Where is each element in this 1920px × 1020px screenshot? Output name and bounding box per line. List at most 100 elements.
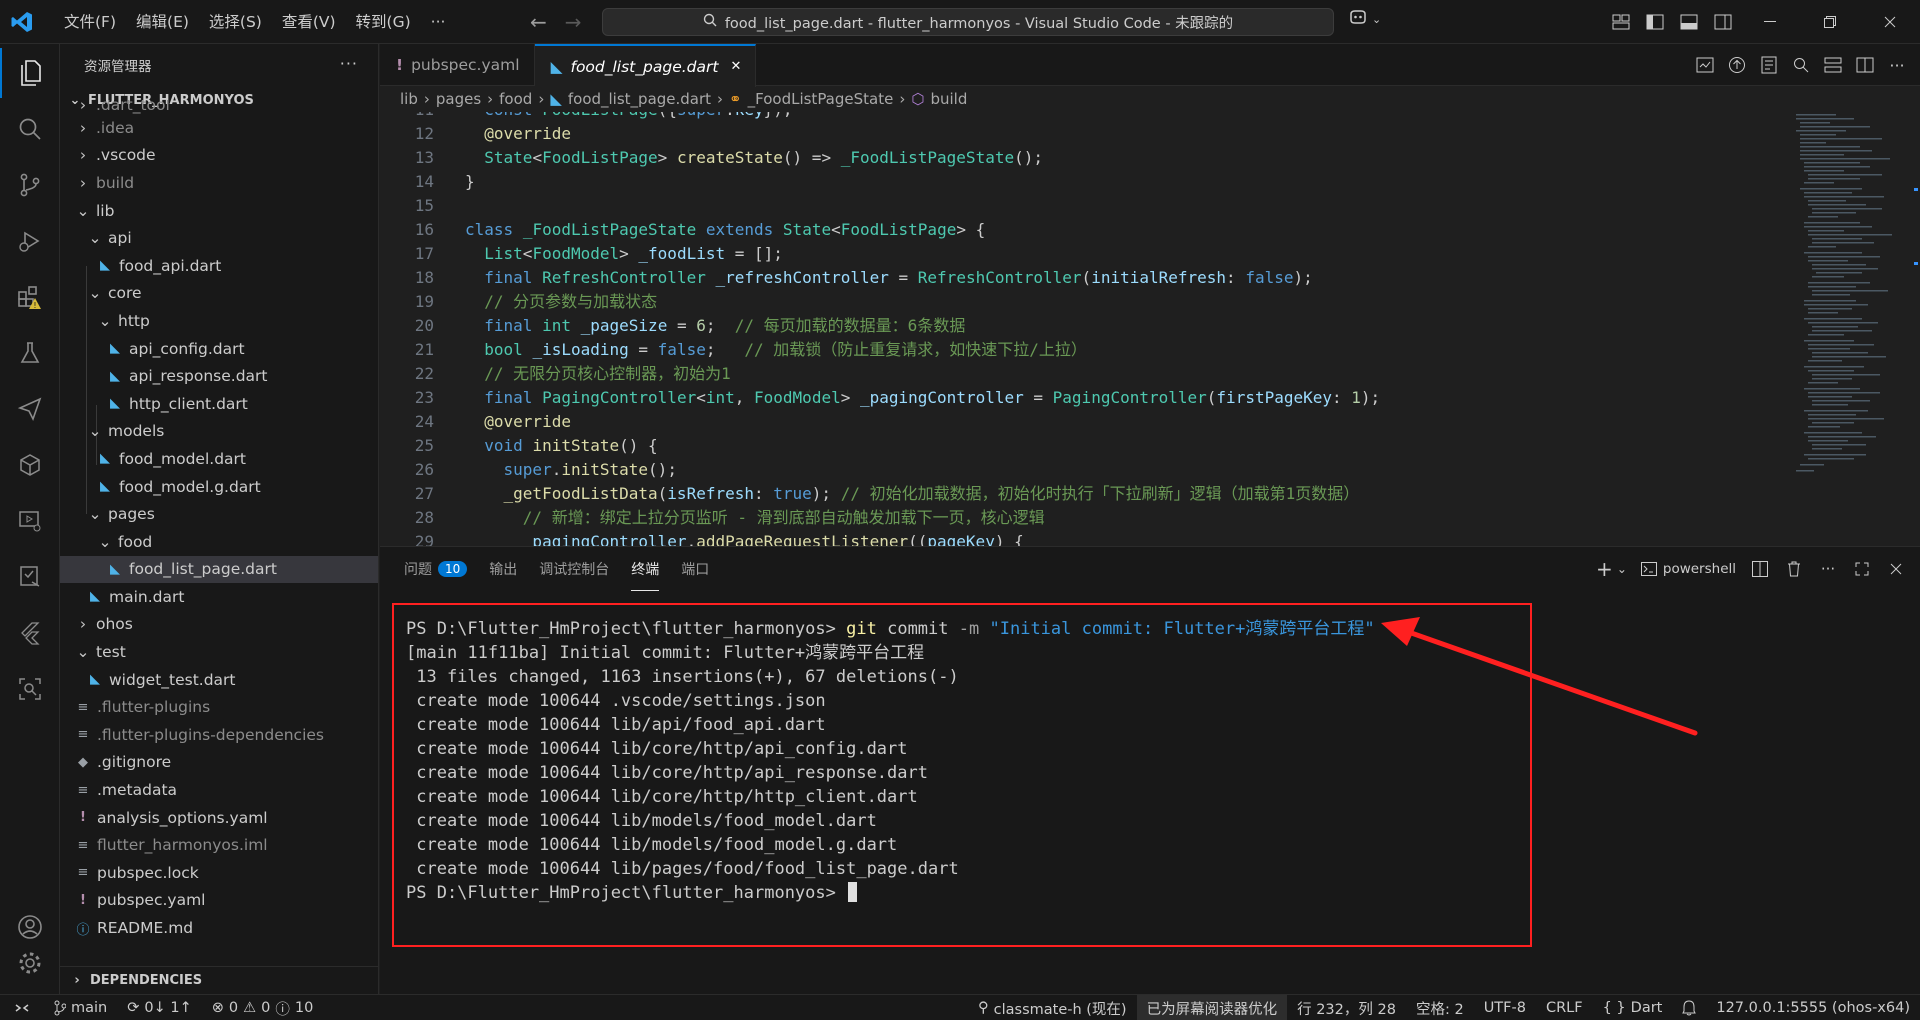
- tree-folder-lib[interactable]: ⌄ lib: [60, 197, 378, 225]
- target-device[interactable]: 127.0.0.1:5555 (ohos-x64): [1706, 995, 1920, 1020]
- chevron-down-icon[interactable]: ⌄: [1617, 562, 1627, 576]
- tab-terminal[interactable]: 终端: [631, 547, 660, 591]
- terminal-shell-selector[interactable]: powershell: [1640, 561, 1736, 577]
- menu-file[interactable]: 文件(F): [54, 0, 126, 44]
- tab-debug-console[interactable]: 调试控制台: [539, 547, 609, 591]
- restore-icon[interactable]: [1800, 0, 1860, 44]
- tree-folder-api[interactable]: ⌄ api: [60, 224, 378, 252]
- preview-icon[interactable]: [1694, 54, 1716, 76]
- encoding[interactable]: UTF-8: [1474, 995, 1536, 1020]
- remote-icon[interactable]: [0, 995, 44, 1020]
- copilot-icon[interactable]: ⌄: [1348, 10, 1381, 28]
- tree-file-api-config[interactable]: ◣ api_config.dart: [60, 335, 378, 363]
- tab-pubspec-yaml[interactable]: ! pubspec.yaml: [380, 44, 535, 86]
- breadcrumb-item[interactable]: pages: [436, 90, 481, 108]
- tree-file-main[interactable]: ◣ main.dart: [60, 583, 378, 611]
- line-ending[interactable]: CRLF: [1536, 995, 1593, 1020]
- tree-folder-core[interactable]: ⌄ core: [60, 280, 378, 308]
- checklist-icon[interactable]: [0, 552, 60, 602]
- more-actions-icon[interactable]: ···: [1886, 54, 1908, 76]
- tab-ports[interactable]: 端口: [681, 547, 709, 591]
- split-editor-icon[interactable]: [1854, 54, 1876, 76]
- branch-indicator[interactable]: main: [44, 995, 117, 1020]
- menu-go[interactable]: 转到(G): [346, 0, 421, 44]
- indentation[interactable]: 空格: 2: [1406, 995, 1474, 1020]
- breadcrumb-item[interactable]: food: [499, 90, 532, 108]
- minimap[interactable]: [1790, 112, 1920, 546]
- breadcrumb-item[interactable]: _FoodListPageState: [748, 90, 894, 108]
- split-terminal-icon[interactable]: [1750, 559, 1770, 579]
- testing-icon[interactable]: [0, 328, 60, 378]
- tree-folder-dart-tool[interactable]: › .dart_tool: [60, 100, 378, 114]
- tree-file-flutter-plugins[interactable]: ≡ .flutter-plugins: [60, 693, 378, 721]
- flutter-icon[interactable]: [0, 608, 60, 658]
- compare-icon[interactable]: [1822, 54, 1844, 76]
- tree-file-api-response[interactable]: ◣ api_response.dart: [60, 362, 378, 390]
- tab-food-list-page[interactable]: ◣ food_list_page.dart ✕: [534, 44, 757, 87]
- arrow-left-icon[interactable]: ←: [530, 10, 547, 34]
- tree-file-readme[interactable]: ⓘ README.md: [60, 914, 378, 942]
- toggle-primary-sidebar-icon[interactable]: [1638, 0, 1672, 44]
- run-debug-icon[interactable]: [0, 216, 60, 266]
- dependencies-section-header[interactable]: › DEPENDENCIES: [60, 966, 378, 994]
- tree-folder-food[interactable]: ⌄ food: [60, 528, 378, 556]
- tree-file-food-model-g[interactable]: ◣ food_model.g.dart: [60, 473, 378, 501]
- tree-folder-http[interactable]: ⌄ http: [60, 307, 378, 335]
- inspect-icon[interactable]: [0, 664, 60, 714]
- tab-problems[interactable]: 问题 10: [404, 547, 468, 591]
- language-mode[interactable]: { } Dart: [1593, 995, 1673, 1020]
- tree-file-http-client[interactable]: ◣ http_client.dart: [60, 390, 378, 418]
- terminal-output[interactable]: PS D:\Flutter_HmProject\flutter_harmonyo…: [392, 603, 1532, 947]
- tree-file-gitignore[interactable]: ◆ .gitignore: [60, 749, 378, 777]
- explorer-icon[interactable]: [0, 48, 60, 98]
- remote-send-icon[interactable]: [0, 384, 60, 434]
- screen-reader-mode[interactable]: 已为屏幕阅读器优化: [1136, 995, 1288, 1020]
- tree-file-widget-test[interactable]: ◣ widget_test.dart: [60, 666, 378, 694]
- menu-view[interactable]: 查看(V): [272, 0, 346, 44]
- source-control-icon[interactable]: [0, 160, 60, 210]
- tree-folder-test[interactable]: ⌄ test: [60, 638, 378, 666]
- tree-file-food-api[interactable]: ◣ food_api.dart: [60, 252, 378, 280]
- tree-file-pubspec-lock[interactable]: ≡ pubspec.lock: [60, 859, 378, 887]
- search-icon[interactable]: [1790, 54, 1812, 76]
- package-cube-icon[interactable]: [0, 440, 60, 490]
- close-panel-icon[interactable]: [1886, 559, 1906, 579]
- breadcrumb-item[interactable]: lib: [400, 90, 418, 108]
- tree-folder-idea[interactable]: › .idea: [60, 114, 378, 142]
- tree-file-metadata[interactable]: ≡ .metadata: [60, 776, 378, 804]
- problems-indicator[interactable]: ⊗ 0 ⚠ 0 ⓘ 10: [202, 995, 324, 1020]
- upload-icon[interactable]: [1726, 54, 1748, 76]
- outline-icon[interactable]: [1758, 54, 1780, 76]
- tree-folder-ohos[interactable]: › ohos: [60, 611, 378, 639]
- arrow-right-icon[interactable]: →: [565, 10, 582, 34]
- maximize-panel-icon[interactable]: [1852, 559, 1872, 579]
- sync-indicator[interactable]: ⟳ 0↓ 1↑: [117, 995, 202, 1020]
- breadcrumb-item[interactable]: food_list_page.dart: [568, 90, 711, 108]
- tree-file-food-model[interactable]: ◣ food_model.dart: [60, 445, 378, 473]
- tree-file-flutter-plugins-deps[interactable]: ≡ .flutter-plugins-dependencies: [60, 721, 378, 749]
- more-actions-icon[interactable]: ···: [340, 54, 358, 73]
- search-view-icon[interactable]: [0, 104, 60, 154]
- tree-folder-vscode[interactable]: › .vscode: [60, 142, 378, 170]
- new-terminal-icon[interactable]: +: [1596, 557, 1613, 581]
- tree-file-food-list-page[interactable]: ◣ food_list_page.dart: [60, 555, 378, 584]
- menu-selection[interactable]: 选择(S): [199, 0, 272, 44]
- extensions-icon[interactable]: !: [0, 272, 60, 322]
- toggle-panel-icon[interactable]: [1672, 0, 1706, 44]
- tree-folder-build[interactable]: › build: [60, 169, 378, 197]
- device-debug-icon[interactable]: [0, 496, 60, 546]
- tree-folder-models[interactable]: ⌄ models: [60, 418, 378, 446]
- more-actions-icon[interactable]: ···: [1818, 559, 1838, 579]
- settings-gear-icon[interactable]: [0, 938, 60, 988]
- cursor-position[interactable]: 行 232，列 28: [1287, 995, 1406, 1020]
- menu-more[interactable]: ···: [421, 0, 456, 44]
- menu-edit[interactable]: 编辑(E): [126, 0, 199, 44]
- breadcrumb-item[interactable]: build: [930, 90, 967, 108]
- tree-file-pubspec-yaml[interactable]: ! pubspec.yaml: [60, 887, 378, 915]
- minimize-icon[interactable]: [1740, 0, 1800, 44]
- tree-file-iml[interactable]: ≡ flutter_harmonyos.iml: [60, 831, 378, 859]
- customize-layout-icon[interactable]: [1604, 0, 1638, 44]
- close-tab-icon[interactable]: ✕: [730, 59, 741, 74]
- toggle-secondary-sidebar-icon[interactable]: [1706, 0, 1740, 44]
- tree-folder-pages[interactable]: ⌄ pages: [60, 500, 378, 528]
